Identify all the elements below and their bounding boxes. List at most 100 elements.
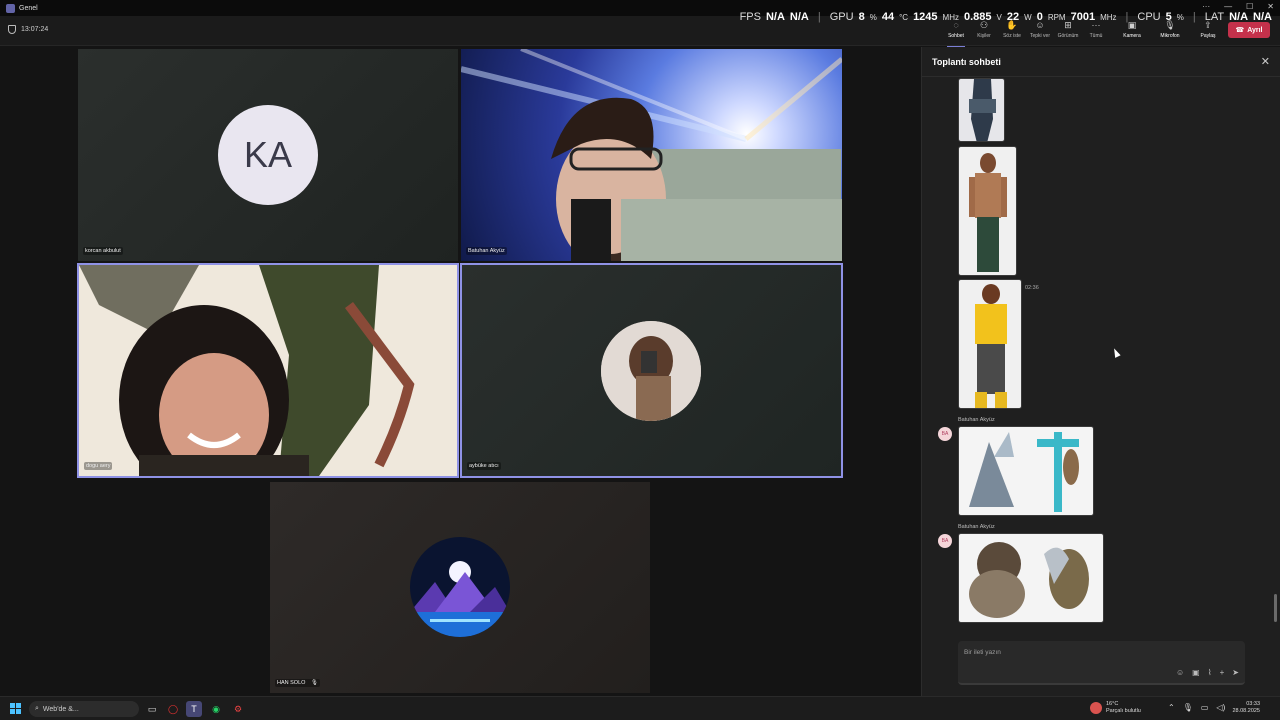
unit-mhz-2: MHz [1100, 13, 1117, 22]
mic-icon[interactable]: 🎙 [1183, 703, 1193, 712]
participant-name: aybüke atıcı [467, 462, 501, 470]
task-view-icon[interactable]: ▭ [144, 701, 160, 717]
video-feed [79, 265, 457, 476]
participant-name: korcan akbulut [83, 247, 123, 255]
weather-temp: 16°C [1106, 701, 1119, 707]
clock-time: 03:33 [1246, 701, 1260, 707]
mic-button[interactable]: 🎙 Mikrofon [1157, 21, 1183, 43]
share-label: Paylaş [1200, 33, 1216, 39]
window-title: Genel [19, 4, 38, 12]
app-icon[interactable]: ⚙ [230, 701, 246, 717]
message-timestamp: 02:36 [1025, 285, 1039, 291]
composer-placeholder: Bir ileti yazın [964, 649, 1001, 656]
leave-button[interactable]: ☎ Ayrıl [1228, 22, 1270, 38]
gpu-temp: 44 [881, 11, 895, 23]
participant-tile[interactable]: Batuhan Akyüz [461, 49, 842, 261]
raise-hand-button[interactable]: ✋ Söz iste [999, 21, 1025, 43]
participant-name-text: HAN SOLO [277, 680, 306, 686]
clock-date: 28.08.2025 [1232, 708, 1260, 714]
fps-value: N/A [765, 11, 785, 23]
share-button[interactable]: ⇪ Paylaş [1195, 21, 1221, 43]
unit-mhz: MHz [942, 13, 959, 22]
taskbar-search[interactable]: ⌕ Web'de &... [29, 701, 139, 717]
avatar [601, 321, 701, 421]
gpu-watt: 22 [1006, 11, 1020, 23]
windows-icon[interactable] [10, 703, 21, 714]
chat-image[interactable] [958, 78, 1005, 142]
attach-icon[interactable]: ⌇ [1208, 668, 1212, 677]
participant-tile[interactable]: HAN SOLO 🎙 [270, 482, 650, 693]
participant-name: dogu aery [84, 462, 113, 470]
composer-tools: ☺ ▣ ⌇ + ➤ [1176, 668, 1239, 677]
teams-app-icon [6, 3, 15, 13]
chat-image[interactable] [958, 533, 1104, 623]
weather-desc: Parçalı bulutlu [1106, 708, 1141, 714]
timer-text: 13:07:24 [21, 26, 49, 33]
chat-image[interactable] [958, 279, 1022, 409]
participant-tile[interactable]: aybüke atıcı [460, 263, 843, 478]
taskbar: ⌕ Web'de &... ▭ ◯ T ◉ ⚙ 16°C Parçalı bul… [0, 696, 1280, 720]
participant-tile[interactable]: dogu aery [77, 263, 459, 478]
fps-label: FPS [739, 11, 761, 23]
lat-label: LAT [1204, 11, 1225, 23]
gpu-clock: 1245 [913, 11, 938, 23]
message-sender: Batuhan Akyüz [958, 524, 995, 530]
leave-label: Ayrıl [1247, 26, 1263, 34]
mic-label: Mikrofon [1160, 33, 1180, 39]
weather-widget[interactable]: 16°C Parçalı bulutlu [1090, 701, 1141, 715]
lat-value-2: N/A [1253, 11, 1272, 23]
gpu-mem: 7001 [1070, 11, 1096, 23]
people-label: Kişiler [977, 33, 991, 39]
emoji-icon[interactable]: ☺ [1176, 668, 1184, 677]
video-feed [461, 49, 842, 261]
chat-image[interactable] [958, 426, 1094, 516]
avatar [410, 537, 510, 637]
avatar: BA [938, 427, 952, 441]
react-button[interactable]: ☺ Tepki ver [1027, 21, 1053, 43]
minimize-button[interactable]: — [1224, 2, 1232, 11]
unit-w: W [1024, 13, 1032, 22]
message-sender: Batuhan Akyüz [958, 417, 995, 423]
unit-v: V [996, 13, 1002, 22]
close-icon[interactable]: ✕ [1261, 55, 1270, 68]
unit-pct-2: % [1176, 13, 1184, 22]
chat-image[interactable] [958, 146, 1017, 276]
camera-button[interactable]: ▣ Kamera [1119, 21, 1145, 43]
whatsapp-icon[interactable]: ◉ [208, 701, 224, 717]
more-label: Tümü [1089, 33, 1103, 39]
chat-scrollbar[interactable] [1274, 594, 1277, 622]
close-window-button[interactable]: ✕ [1267, 2, 1274, 11]
react-label: Tepki ver [1029, 33, 1050, 39]
chat-button[interactable]: ◌ Sohbet [943, 21, 969, 48]
view-button[interactable]: ⊞ Görünüm [1055, 21, 1081, 43]
raise-hand-label: Söz iste [1003, 33, 1021, 39]
weather-icon [1090, 702, 1102, 714]
maximize-button[interactable]: ☐ [1246, 2, 1253, 11]
cpu-pct: 5 [1165, 11, 1172, 23]
plus-icon[interactable]: + [1220, 668, 1225, 677]
send-icon[interactable]: ➤ [1232, 668, 1239, 677]
gif-icon[interactable]: ▣ [1192, 668, 1200, 677]
gpu-volt: 0.885 [964, 11, 992, 23]
participant-tile[interactable]: KA korcan akbulut [78, 49, 458, 261]
gpu-rpm: 0 [1036, 11, 1043, 23]
clock[interactable]: 03:33 28.08.2025 [1232, 701, 1260, 715]
network-icon[interactable]: ▭ [1201, 703, 1209, 712]
opera-icon[interactable]: ◯ [165, 701, 181, 717]
more-button[interactable]: ··· Tümü [1083, 21, 1109, 43]
system-tray: ⌃ 🎙 ▭ ◁) [1168, 703, 1225, 712]
message-composer[interactable]: Bir ileti yazın ☺ ▣ ⌇ + ➤ [958, 641, 1245, 685]
meeting-timer: 13:07:24 [8, 25, 48, 34]
meeting-chat-panel: Toplantı sohbeti ✕ 02:36 Batuhan Akyüz B… [921, 47, 1280, 696]
people-button[interactable]: ⚇ Kişiler [971, 21, 997, 43]
phone-icon: ☎ [1235, 27, 1245, 34]
teams-icon[interactable]: T [186, 701, 202, 717]
performance-overlay: FPS N/A N/A | GPU 8% 44 °C 1245 MHz 0.885 V… [739, 11, 1272, 23]
mic-muted-icon: 🎙 [310, 680, 318, 686]
chevron-up-icon[interactable]: ⌃ [1168, 703, 1175, 712]
more-options-icon[interactable]: ··· [1202, 2, 1210, 11]
participant-name: Batuhan Akyüz [466, 247, 507, 255]
avatar: KA [218, 105, 318, 205]
window-controls: ··· — ☐ ✕ [1202, 2, 1274, 11]
volume-icon[interactable]: ◁) [1216, 703, 1225, 712]
